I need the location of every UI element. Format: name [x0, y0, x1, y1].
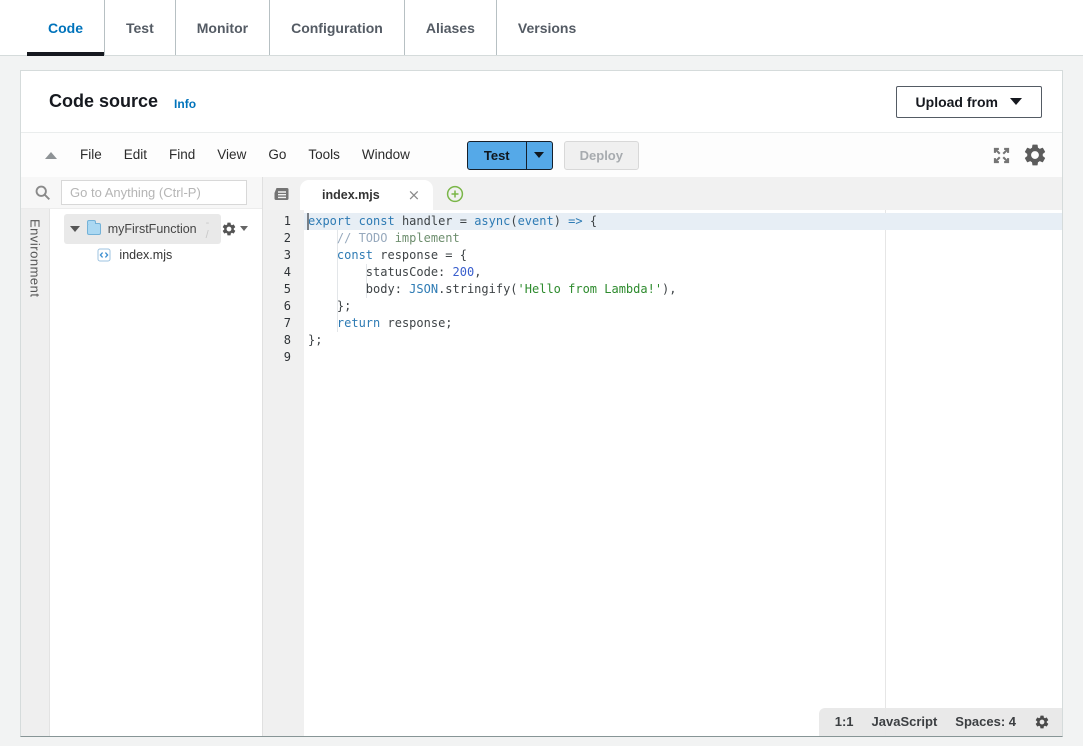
- tree-gear-icon: [221, 221, 237, 237]
- line-number: 3: [263, 247, 304, 264]
- tab-versions[interactable]: Versions: [496, 0, 597, 55]
- menu-tools[interactable]: Tools: [297, 147, 351, 162]
- environment-tab[interactable]: Environment: [28, 219, 43, 736]
- code-line: // TODO implement: [304, 230, 1062, 247]
- goto-anything-input[interactable]: [61, 180, 247, 205]
- file-name: index.mjs: [119, 248, 172, 262]
- lambda-console-page: CodeTestMonitorConfigurationAliasesVersi…: [0, 0, 1083, 746]
- menu-edit[interactable]: Edit: [113, 147, 158, 162]
- editor-tab-bar: index.mjs ×: [263, 177, 1062, 210]
- tab-list-icon[interactable]: [271, 184, 291, 204]
- tree-settings-button[interactable]: [221, 221, 248, 237]
- code-line: };: [304, 298, 1062, 315]
- code-line: body: JSON.stringify('Hello from Lambda!…: [304, 281, 1062, 298]
- menu-view[interactable]: View: [206, 147, 257, 162]
- menu-find[interactable]: Find: [158, 147, 206, 162]
- editor-tab-index-mjs[interactable]: index.mjs ×: [300, 180, 433, 210]
- card-header: Code source Info Upload from: [21, 71, 1062, 133]
- info-link[interactable]: Info: [174, 97, 196, 111]
- editor-settings-gear-icon[interactable]: [1022, 142, 1048, 168]
- test-button[interactable]: Test: [467, 141, 527, 170]
- search-row: [21, 177, 262, 209]
- test-dropdown-button[interactable]: [526, 141, 553, 170]
- line-number: 8: [263, 332, 304, 349]
- tree-folder-row[interactable]: myFirstFunction - /: [50, 216, 262, 241]
- file-code-icon: [97, 248, 111, 262]
- caret-down-icon: [240, 226, 248, 231]
- test-split-button: Test: [467, 141, 553, 170]
- menubar-icons: [991, 142, 1048, 168]
- code-line: };: [304, 332, 1062, 349]
- collapse-menu-icon[interactable]: [45, 152, 57, 159]
- top-tab-bar: CodeTestMonitorConfigurationAliasesVersi…: [0, 0, 1083, 56]
- menu-go[interactable]: Go: [257, 147, 297, 162]
- tab-aliases[interactable]: Aliases: [404, 0, 496, 55]
- statusbar-gear-icon[interactable]: [1034, 714, 1050, 730]
- line-number: 2: [263, 230, 304, 247]
- tab-code[interactable]: Code: [27, 0, 104, 55]
- tree-expand-caret-icon[interactable]: [70, 226, 80, 232]
- line-number: 6: [263, 298, 304, 315]
- code-line: [304, 349, 1062, 366]
- close-icon[interactable]: ×: [408, 188, 421, 203]
- menu-file[interactable]: File: [69, 147, 113, 162]
- code-source-card: Code source Info Upload from FileEditFin…: [20, 70, 1063, 737]
- line-number: 1: [263, 213, 304, 230]
- tab-test[interactable]: Test: [104, 0, 175, 55]
- editor-status-bar: 1:1 JavaScript Spaces: 4: [819, 708, 1062, 736]
- text-cursor: [307, 213, 309, 230]
- upload-from-button[interactable]: Upload from: [896, 86, 1042, 118]
- line-number-gutter: 123456789: [263, 210, 304, 736]
- code-pane[interactable]: export const handler = async(event) => {…: [304, 213, 1062, 366]
- line-number: 5: [263, 281, 304, 298]
- code-line: export const handler = async(event) => {: [304, 213, 1062, 230]
- tree-file-row[interactable]: index.mjs: [50, 243, 262, 266]
- caret-down-icon: [534, 152, 544, 158]
- search-icon: [34, 184, 51, 201]
- cursor-position[interactable]: 1:1: [835, 713, 854, 730]
- editor-menu-bar: FileEditFindViewGoToolsWindow Test Deplo…: [21, 133, 1062, 177]
- file-tree: myFirstFunction - /: [50, 209, 262, 736]
- code-line: const response = {: [304, 247, 1062, 264]
- left-panel: Environment myFirstFunction - /: [21, 177, 262, 736]
- line-number: 9: [263, 349, 304, 366]
- folder-icon: [87, 223, 100, 235]
- code-line: statusCode: 200,: [304, 264, 1062, 281]
- environment-strip: Environment: [21, 209, 50, 736]
- folder-suffix: - /: [206, 217, 213, 241]
- folder-pill: myFirstFunction - /: [64, 214, 221, 244]
- menu-window[interactable]: Window: [351, 147, 421, 162]
- workspace: Environment myFirstFunction - /: [21, 177, 1062, 736]
- deploy-button[interactable]: Deploy: [564, 141, 639, 170]
- editor-tab-label: index.mjs: [322, 188, 380, 202]
- menu-items: FileEditFindViewGoToolsWindow: [69, 146, 421, 164]
- language-mode[interactable]: JavaScript: [872, 713, 938, 730]
- add-tab-icon[interactable]: [446, 185, 464, 203]
- editor-column: index.mjs × 123456789: [262, 177, 1062, 736]
- dropdown-arrow-icon: [1010, 98, 1022, 105]
- spaces-setting[interactable]: Spaces: 4: [955, 713, 1016, 730]
- code-line: return response;: [304, 315, 1062, 332]
- page-title: Code source: [49, 91, 158, 112]
- top-tabs: CodeTestMonitorConfigurationAliasesVersi…: [0, 0, 1083, 55]
- line-number: 4: [263, 264, 304, 281]
- tab-monitor[interactable]: Monitor: [175, 0, 269, 55]
- code-editor[interactable]: 123456789 export const handler = async(e…: [263, 210, 1062, 736]
- upload-from-label: Upload from: [916, 94, 998, 110]
- panel-body: Environment myFirstFunction - /: [21, 209, 262, 736]
- folder-name: myFirstFunction: [108, 222, 197, 236]
- line-number: 7: [263, 315, 304, 332]
- tab-configuration[interactable]: Configuration: [269, 0, 404, 55]
- fullscreen-icon[interactable]: [991, 145, 1012, 166]
